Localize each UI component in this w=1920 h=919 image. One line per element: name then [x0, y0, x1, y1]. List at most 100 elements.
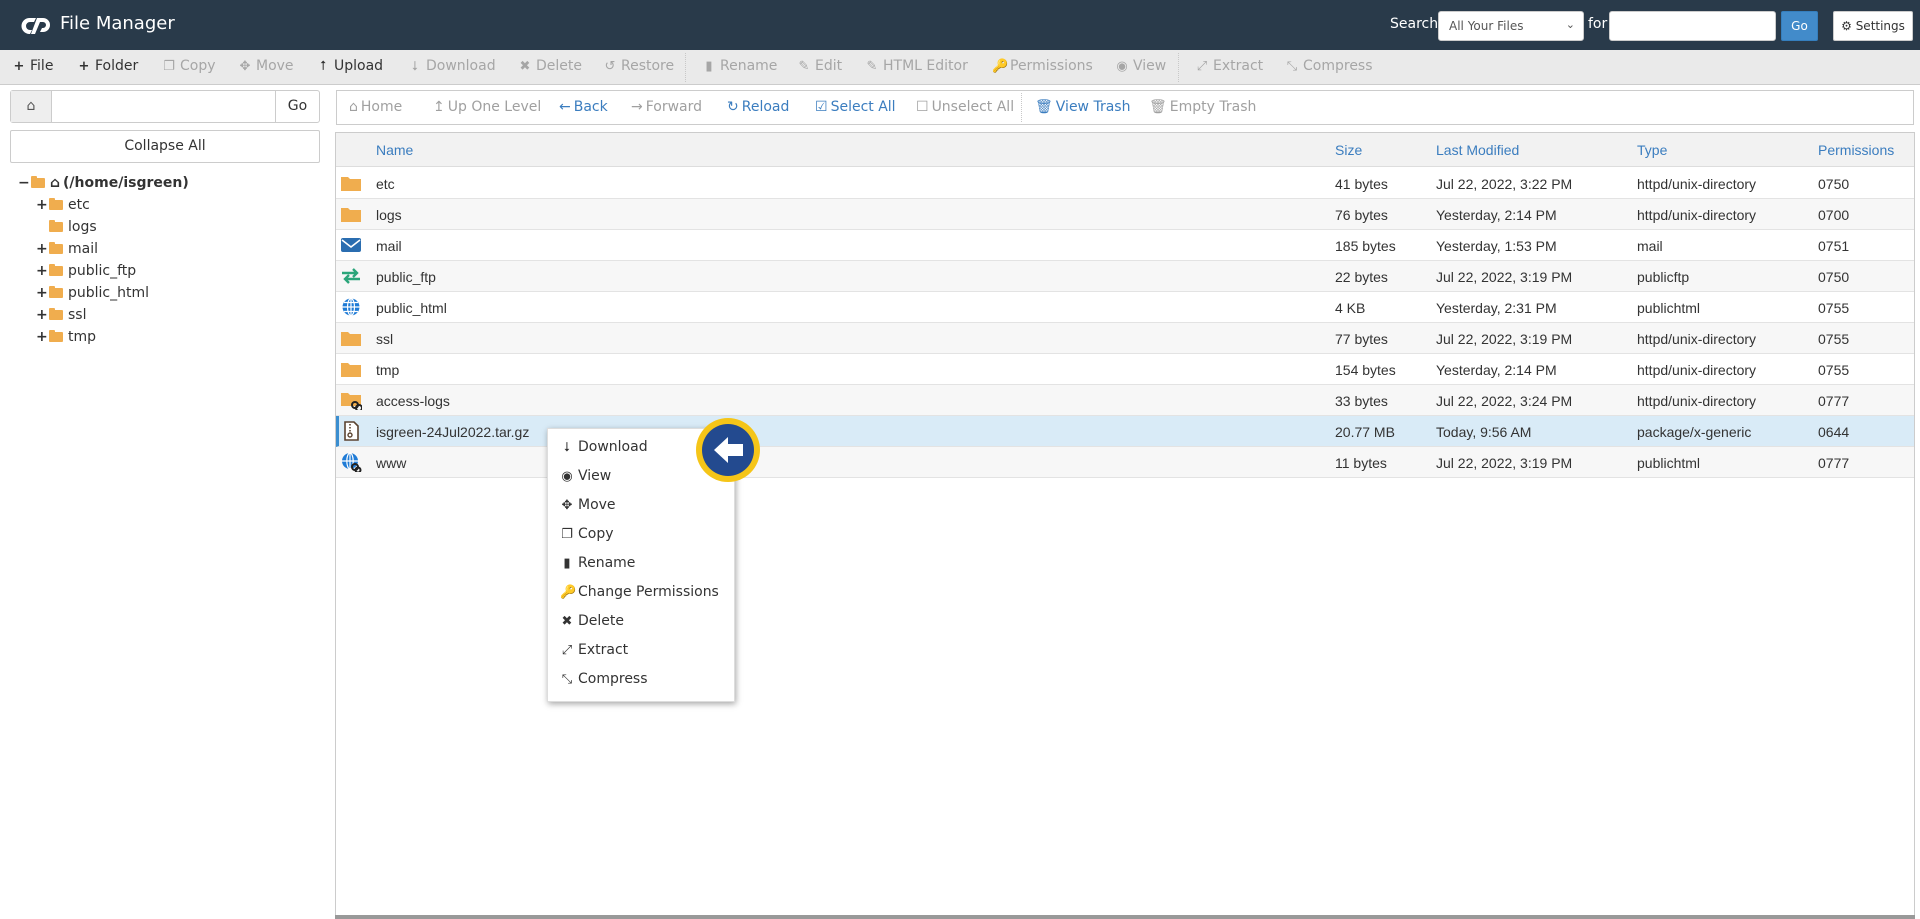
- column-header-size[interactable]: Size: [1335, 142, 1362, 158]
- context-menu-compress[interactable]: ⤡ Compress: [560, 671, 648, 687]
- nav-empty-trash-button[interactable]: 🗑 Empty Trash: [1149, 99, 1256, 115]
- file-name[interactable]: mail: [376, 238, 402, 254]
- context-menu-download[interactable]: ⭣ Download: [560, 439, 648, 455]
- path-home-button[interactable]: ⌂: [11, 91, 52, 122]
- expand-toggle-icon[interactable]: +: [36, 197, 48, 213]
- column-header-permissions[interactable]: Permissions: [1818, 142, 1894, 158]
- toolbar-new-folder-button[interactable]: + Folder: [77, 58, 139, 74]
- tree-item[interactable]: + etc: [36, 194, 90, 216]
- search-go-button[interactable]: Go: [1781, 11, 1818, 41]
- toolbar-edit-button[interactable]: ✎ Edit: [797, 58, 843, 74]
- context-menu-view[interactable]: ◉ View: [560, 468, 611, 484]
- transfer-icon: [340, 266, 362, 286]
- tree-item[interactable]: + public_ftp: [36, 260, 136, 282]
- search-label: Search: [1390, 16, 1439, 32]
- expand-toggle-icon[interactable]: +: [36, 285, 48, 301]
- toolbar-label: View: [1133, 58, 1167, 74]
- tree-root[interactable]: − ⌂ (/home/isgreen): [18, 172, 189, 194]
- horizontal-scrollbar[interactable]: [335, 915, 1915, 919]
- folder-icon: [49, 198, 63, 210]
- mail-icon: [340, 235, 362, 255]
- expand-toggle-icon[interactable]: +: [36, 329, 48, 345]
- toolbar-view-button[interactable]: ◉ View: [1115, 58, 1166, 74]
- toolbar-download-button[interactable]: ⭣ Download: [408, 58, 496, 74]
- tree-item[interactable]: + public_html: [36, 282, 149, 304]
- file-icon: ▮: [563, 555, 571, 571]
- file-name[interactable]: tmp: [376, 362, 399, 378]
- table-row[interactable]: ssl 77 bytes Jul 22, 2022, 3:19 PM httpd/un…: [336, 323, 1914, 354]
- file-size: 22 bytes: [1335, 269, 1388, 285]
- expand-toggle-icon[interactable]: +: [36, 307, 48, 323]
- column-header-type[interactable]: Type: [1637, 142, 1667, 158]
- toolbar-copy-button[interactable]: ❐ Copy: [162, 58, 215, 74]
- toolbar-delete-button[interactable]: ✖ Delete: [518, 58, 582, 74]
- file-name[interactable]: isgreen-24Jul2022.tar.gz: [376, 424, 529, 440]
- file-name[interactable]: access-logs: [376, 393, 450, 409]
- toolbar-move-button[interactable]: ✥ Move: [238, 58, 294, 74]
- context-menu-extract[interactable]: ⤢ Extract: [560, 642, 628, 658]
- context-menu-delete[interactable]: ✖ Delete: [560, 613, 624, 629]
- file-name[interactable]: www: [376, 455, 406, 471]
- nav-back-button[interactable]: ← Back: [559, 99, 608, 115]
- file-last-modified: Yesterday, 2:14 PM: [1436, 207, 1557, 223]
- toolbar-compress-button[interactable]: ⤡ Compress: [1285, 58, 1373, 74]
- context-menu-label: Move: [578, 497, 616, 513]
- path-go-button[interactable]: Go: [275, 91, 319, 122]
- file-permissions: 0644: [1818, 424, 1850, 440]
- nav-reload-button[interactable]: ↻ Reload: [727, 99, 789, 115]
- context-menu-rename[interactable]: ▮ Rename: [560, 555, 635, 571]
- toolbar-label: Delete: [536, 58, 582, 74]
- context-menu-copy[interactable]: ❐ Copy: [560, 526, 613, 542]
- table-row[interactable]: mail 185 bytes Yesterday, 1:53 PM mail 0751: [336, 230, 1914, 261]
- expand-toggle-icon[interactable]: +: [36, 263, 48, 279]
- navigation-bar: ⌂ Home ↥ Up One Level ← Back → Forward ↻…: [336, 90, 1914, 125]
- context-menu-label: Extract: [578, 642, 629, 658]
- search-scope-select[interactable]: All Your Files ⌄: [1438, 11, 1584, 41]
- tree-item[interactable]: + mail: [36, 238, 98, 260]
- nav-up-one-level-button[interactable]: ↥ Up One Level: [433, 99, 541, 115]
- table-row[interactable]: public_html 4 KB Yesterday, 2:31 PM publich…: [336, 292, 1914, 323]
- chevron-down-icon: ⌄: [1565, 18, 1575, 31]
- tree-item[interactable]: + ssl: [36, 304, 86, 326]
- nav-view-trash-button[interactable]: 🗑 View Trash: [1035, 99, 1130, 115]
- file-name[interactable]: logs: [376, 207, 402, 223]
- collapse-toggle-icon[interactable]: −: [18, 175, 30, 191]
- file-name[interactable]: ssl: [376, 331, 393, 347]
- toolbar-extract-button[interactable]: ⤢ Extract: [1195, 58, 1263, 74]
- nav-home-button[interactable]: ⌂ Home: [349, 99, 402, 115]
- nav-select-all-button[interactable]: ☑ Select All: [815, 99, 896, 115]
- file-name[interactable]: public_ftp: [376, 269, 436, 285]
- collapse-all-button[interactable]: Collapse All: [10, 130, 320, 163]
- file-name[interactable]: etc: [376, 176, 395, 192]
- tree-item[interactable]: + tmp: [36, 326, 96, 348]
- toolbar-new-file-button[interactable]: + File: [12, 58, 54, 74]
- toolbar-restore-button[interactable]: ↺ Restore: [603, 58, 675, 74]
- nav-label: Forward: [645, 99, 703, 115]
- toolbar-rename-button[interactable]: ▮ Rename: [702, 58, 777, 74]
- refresh-icon: ↻: [727, 99, 739, 115]
- column-header-last-modified[interactable]: Last Modified: [1436, 142, 1519, 158]
- context-menu-change-permissions[interactable]: 🔑 Change Permissions: [560, 584, 719, 600]
- tree-item[interactable]: logs: [49, 216, 97, 238]
- toolbar-permissions-button[interactable]: 🔑 Permissions: [992, 58, 1093, 74]
- table-row[interactable]: public_ftp 22 bytes Jul 22, 2022, 3:19 PM p…: [336, 261, 1914, 292]
- table-row[interactable]: logs 76 bytes Yesterday, 2:14 PM httpd/unix…: [336, 199, 1914, 230]
- expand-toggle-icon[interactable]: +: [36, 241, 48, 257]
- column-header-name[interactable]: Name: [376, 142, 413, 158]
- context-menu-move[interactable]: ✥ Move: [560, 497, 616, 513]
- file-name[interactable]: public_html: [376, 300, 447, 316]
- toolbar-html-editor-button[interactable]: ✎ HTML Editor: [865, 58, 968, 74]
- file-size: 11 bytes: [1335, 455, 1387, 471]
- file-size: 154 bytes: [1335, 362, 1396, 378]
- nav-unselect-all-button[interactable]: ☐ Unselect All: [916, 99, 1014, 115]
- path-input[interactable]: [53, 91, 286, 122]
- settings-button[interactable]: ⚙ Settings: [1833, 11, 1913, 41]
- nav-forward-button[interactable]: → Forward: [631, 99, 702, 115]
- table-row[interactable]: tmp 154 bytes Yesterday, 2:14 PM httpd/unix…: [336, 354, 1914, 385]
- nav-label: Home: [360, 99, 403, 115]
- path-bar: ⌂ Go: [10, 90, 320, 123]
- table-row[interactable]: access-logs 33 bytes Jul 22, 2022, 3:24 PM…: [336, 385, 1914, 416]
- search-input[interactable]: [1609, 11, 1776, 41]
- table-row[interactable]: etc 41 bytes Jul 22, 2022, 3:22 PM httpd/un…: [336, 168, 1914, 199]
- toolbar-upload-button[interactable]: ⭡ Upload: [316, 58, 383, 74]
